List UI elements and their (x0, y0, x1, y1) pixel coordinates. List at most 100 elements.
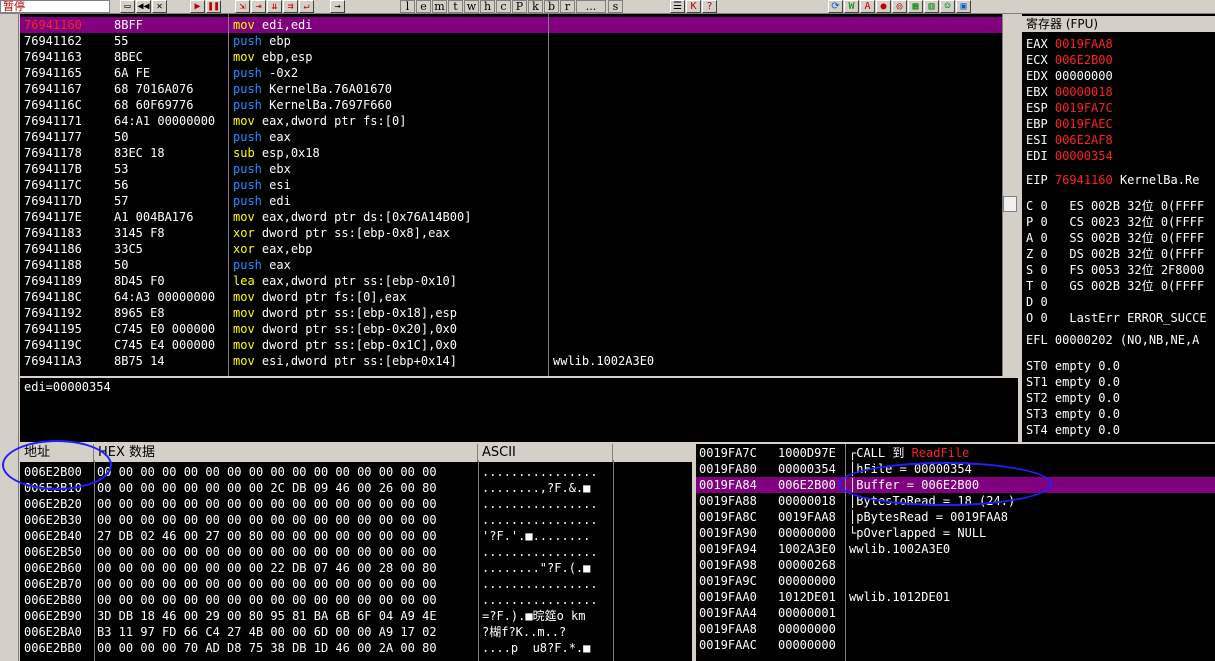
disasm-row[interactable]: 7694117C 56 push esi (20, 177, 1002, 193)
stack-row[interactable]: 0019FA98 00000268 (696, 557, 1215, 573)
fpu-row[interactable]: ST0 empty 0.0 (1026, 358, 1120, 374)
plugin-box-icon[interactable]: ▣ (956, 0, 971, 13)
list-icon[interactable]: ☰ (670, 0, 685, 13)
disasm-row[interactable]: 7694117E A1 004BA176 mov eax,dword ptr ds:… (20, 209, 1002, 225)
flag-row[interactable]: P 0 CS 0023 32位 0(FFFF (1026, 214, 1204, 230)
stack-row[interactable]: 0019FAA8 00000000 (696, 621, 1215, 637)
disasm-row[interactable]: 76941189 8D45 F0 lea eax,dword ptr ss:[ebp… (20, 273, 1002, 289)
flag-row[interactable]: C 0 ES 002B 32位 0(FFFF (1026, 198, 1204, 214)
register-row[interactable]: EDX 00000000 (1026, 68, 1113, 84)
disasm-row[interactable]: 7694118C 64:A3 00000000 mov dword ptr fs:[… (20, 289, 1002, 305)
toolbar-letter-button[interactable]: l (400, 0, 415, 13)
flag-row[interactable]: O 0 LastErr ERROR_SUCCE (1026, 310, 1207, 326)
stack-row[interactable]: 0019FAA4 00000001 (696, 605, 1215, 621)
efl-row[interactable]: EFL 00000202 (NO,NB,NE,A (1026, 332, 1199, 348)
toolbar-letter-button[interactable]: m (432, 0, 447, 13)
register-row-eip[interactable]: EIP 76941160 KernelBa.Re (1026, 172, 1199, 188)
disasm-row[interactable]: 7694119C C745 E4 000000 mov dword ptr ss:[… (20, 337, 1002, 353)
register-value[interactable]: 00000000 (1055, 69, 1113, 83)
disasm-row[interactable]: 76941165 6A FE push -0x2 (20, 65, 1002, 81)
table-row[interactable]: 006E2B80 00 00 00 00 00 00 00 00 00 00 00… (20, 592, 692, 608)
run-icon[interactable]: ▶ (190, 0, 205, 13)
plugin-person-icon[interactable]: ☺ (940, 0, 955, 13)
plugin-ring-icon[interactable]: ◎ (892, 0, 907, 13)
toolbar-letter-button[interactable]: h (480, 0, 495, 13)
dump-header-ascii[interactable]: ASCII (478, 444, 613, 462)
toolbar-letter-button[interactable]: r (560, 0, 575, 13)
register-value[interactable]: 006E2B00 (1055, 53, 1113, 67)
disasm-row[interactable]: 769411A3 8B75 14 mov esi,dword ptr ss:[ebp… (20, 353, 1002, 369)
table-row[interactable]: 006E2B90 3D DB 18 46 00 29 00 80 95 81 BA… (20, 608, 692, 624)
disasm-row[interactable]: 76941195 C745 E0 000000 mov dword ptr ss:[… (20, 321, 1002, 337)
disasm-row[interactable]: 76941183 3145 F8 xor dword ptr ss:[ebp-0x8… (20, 225, 1002, 241)
refresh-icon[interactable]: ⟳ (828, 0, 843, 13)
disasm-row[interactable]: 7694117B 53 push ebx (20, 161, 1002, 177)
table-row[interactable]: 006E2B00 00 00 00 00 00 00 00 00 00 00 00… (20, 464, 692, 480)
table-row[interactable]: 006E2B10 00 00 00 00 00 00 00 00 2C DB 09… (20, 480, 692, 496)
table-row[interactable]: 006E2B50 00 00 00 00 00 00 00 00 00 00 00… (20, 544, 692, 560)
pause-icon[interactable]: ❚❚ (206, 0, 221, 13)
toolbar-letter-button[interactable]: e (416, 0, 431, 13)
flag-row[interactable]: T 0 GS 002B 32位 0(FFFF (1026, 278, 1204, 294)
table-row[interactable]: 006E2B20 00 00 00 00 00 00 00 00 00 00 00… (20, 496, 692, 512)
toolbar-letter-button[interactable]: s (608, 0, 623, 13)
disasm-row[interactable]: 7694117D 57 push edi (20, 193, 1002, 209)
trace-over-icon[interactable]: ⇉ (283, 0, 298, 13)
stack-row[interactable]: 0019FA88 00000018 │BytesToRead = 18 (24.) (696, 493, 1215, 509)
plugin-w-icon[interactable]: W (844, 0, 859, 13)
register-value[interactable]: 0019FA7C (1055, 101, 1113, 115)
disasm-row[interactable]: 76941178 83EC 18 sub esp,0x18 (20, 145, 1002, 161)
register-row[interactable]: EBX 00000018 (1026, 84, 1113, 100)
open-icon[interactable]: ▭ (120, 0, 135, 13)
stack-pane[interactable]: 0019FA7C 1000D97E ┌CALL 到 ReadFile 0019FA80… (694, 442, 1215, 661)
stack-row[interactable]: 0019FAAC 00000000 (696, 637, 1215, 653)
table-row[interactable]: 006E2B60 00 00 00 00 00 00 00 00 22 DB 07… (20, 560, 692, 576)
register-row[interactable]: ECX 006E2B00 (1026, 52, 1113, 68)
plugin-dot-icon[interactable]: ● (876, 0, 891, 13)
disasm-row[interactable]: 76941177 50 push eax (20, 129, 1002, 145)
register-value[interactable]: 00000354 (1055, 149, 1113, 163)
register-value[interactable]: 76941160 (1055, 173, 1113, 187)
stack-row[interactable]: 0019FA90 00000000 └pOverlapped = NULL (696, 525, 1215, 541)
help-icon[interactable]: ? (702, 0, 717, 13)
flag-row[interactable]: D 0 (1026, 294, 1048, 310)
register-value[interactable]: 00000018 (1055, 85, 1113, 99)
disasm-row[interactable]: 76941163 8BEC mov ebp,esp (20, 49, 1002, 65)
flag-row[interactable]: S 0 FS 0053 32位 2F8000 (1026, 262, 1204, 278)
plugin-a-icon[interactable]: A (860, 0, 875, 13)
stack-row[interactable]: 0019FA8C 0019FAA8 │pBytesRead = 0019FAA8 (696, 509, 1215, 525)
table-row[interactable]: 006E2B30 00 00 00 00 00 00 00 00 00 00 00… (20, 512, 692, 528)
memory-dump-pane[interactable]: 地址 HEX 数据 ASCII 006E2B00 00 00 00 00 00 0… (20, 442, 692, 661)
table-row[interactable]: 006E2BA0 B3 11 97 FD 66 C4 27 4B 00 00 6D… (20, 624, 692, 640)
disasm-row[interactable]: 76941167 68 7016A076 push KernelBa.76A0167… (20, 81, 1002, 97)
toolbar-letter-button[interactable]: b (544, 0, 559, 13)
step-over-icon[interactable]: ⇥ (251, 0, 266, 13)
disasm-scrollbar[interactable] (1002, 14, 1018, 376)
toolbar-letter-button[interactable]: c (496, 0, 511, 13)
flag-row[interactable]: A 0 SS 002B 32位 0(FFFF (1026, 230, 1204, 246)
disasm-row[interactable]: 76941186 33C5 xor eax,ebp (20, 241, 1002, 257)
close-icon[interactable]: ✕ (152, 0, 167, 13)
stack-row[interactable]: 0019FA80 00000354 │hFile = 00000354 (696, 461, 1215, 477)
disasm-row[interactable]: 76941188 50 push eax (20, 257, 1002, 273)
register-value[interactable]: 006E2AF8 (1055, 133, 1113, 147)
step-into-icon[interactable]: ⇲ (235, 0, 250, 13)
go-to-icon[interactable]: → (330, 0, 345, 13)
options-icon[interactable]: K (686, 0, 701, 13)
stack-row[interactable]: 0019FA84 006E2B00 │Buffer = 006E2B00 (696, 477, 1215, 493)
register-row[interactable]: EBP 0019FAEC (1026, 116, 1113, 132)
run-to-return-icon[interactable]: ↵ (299, 0, 314, 13)
toolbar-letter-button[interactable]: P (512, 0, 527, 13)
flag-row[interactable]: Z 0 DS 002B 32位 0(FFFF (1026, 246, 1204, 262)
table-row[interactable]: 006E2B70 00 00 00 00 00 00 00 00 00 00 00… (20, 576, 692, 592)
stack-row[interactable]: 0019FA7C 1000D97E ┌CALL 到 ReadFile (696, 445, 1215, 461)
stack-row[interactable]: 0019FA94 1002A3E0 wwlib.1002A3E0 (696, 541, 1215, 557)
plugin-bars-icon[interactable]: ▥ (924, 0, 939, 13)
disasm-row[interactable]: 76941171 64:A1 00000000 mov eax,dword ptr … (20, 113, 1002, 129)
registers-pane[interactable]: 寄存器 (FPU) EAX 0019FAA8 ECX 006E2B00 EDX 00… (1020, 14, 1215, 442)
toolbar-letter-button[interactable]: w (464, 0, 479, 13)
toolbar-letter-button[interactable]: ... (576, 0, 606, 13)
register-value[interactable]: 0019FAEC (1055, 117, 1113, 131)
dump-header-addr[interactable]: 地址 (20, 444, 94, 462)
register-row[interactable]: EAX 0019FAA8 (1026, 36, 1113, 52)
